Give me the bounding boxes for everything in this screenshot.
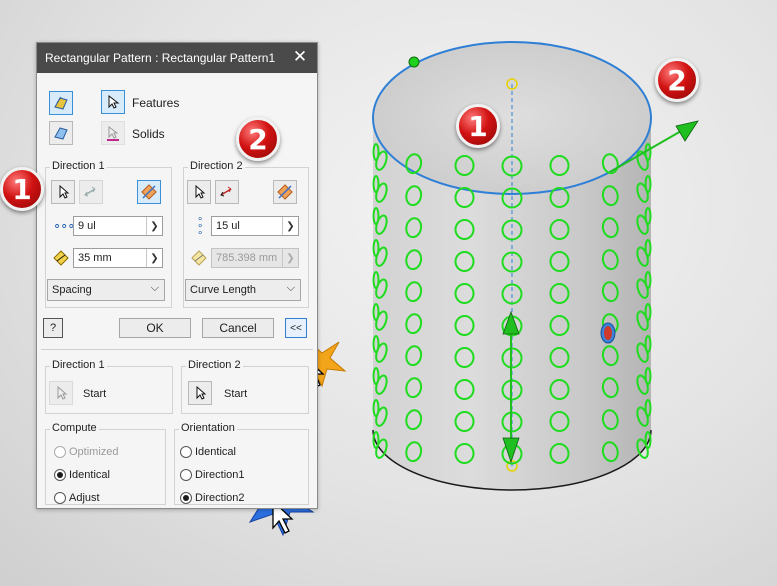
direction2-spacing-arrow-icon[interactable]: ❯ (282, 249, 298, 267)
direction1-path-select-icon[interactable] (51, 180, 75, 204)
body-pattern-mode-icon[interactable] (49, 121, 73, 145)
orientation-title: Orientation (179, 422, 237, 434)
radio-dot (54, 446, 66, 458)
callout-badge-1: 1 (456, 104, 500, 148)
radio-dot (180, 469, 192, 481)
ok-button[interactable]: OK (119, 318, 191, 338)
radio-dot (180, 446, 192, 458)
direction1-spacing-input[interactable]: 35 mm ❯ (73, 248, 163, 268)
direction2-title: Direction 2 (188, 160, 245, 172)
orientation-direction2-label: Direction2 (195, 492, 245, 504)
callout-badge-2: 2 (236, 117, 280, 161)
direction1-spacing-value: 35 mm (78, 252, 112, 264)
direction2-count-icon: ∘ ∘ ∘ (197, 214, 204, 239)
features-label: Features (132, 96, 180, 110)
direction2-method-dropdown[interactable]: Curve Length ⌵ (185, 279, 301, 301)
direction1-method-value: Spacing (52, 284, 92, 296)
radio-dot (180, 492, 192, 504)
solids-label: Solids (132, 127, 165, 141)
dialog-title: Rectangular Pattern : Rectangular Patter… (45, 51, 276, 65)
chevron-down-icon: ⌵ (150, 282, 159, 294)
callout-badge-2: 2 (655, 58, 699, 102)
feature-marker-icon[interactable] (600, 322, 616, 344)
direction1-start-select-icon[interactable] (49, 381, 73, 405)
radio-dot (54, 469, 66, 481)
direction1-midplane-icon[interactable] (137, 180, 161, 204)
dialog-titlebar[interactable]: Rectangular Pattern : Rectangular Patter… (37, 43, 317, 73)
direction1-count-icon: ∘∘∘ (53, 218, 75, 233)
compute-adjust-radio[interactable]: Adjust (54, 492, 100, 504)
direction1-count-input[interactable]: 9 ul ❯ (73, 216, 163, 236)
compute-identical-radio[interactable]: Identical (54, 469, 110, 481)
chevron-down-icon: ⌵ (286, 282, 295, 294)
orientation-direction2-radio[interactable]: Direction2 (180, 492, 245, 504)
direction1-spacing-icon (53, 250, 69, 266)
direction2-count-arrow-icon[interactable]: ❯ (282, 217, 298, 235)
orientation-identical-radio[interactable]: Identical (180, 446, 236, 458)
ok-label: OK (146, 321, 164, 335)
callout-number: 2 (248, 122, 268, 156)
help-icon: ? (49, 322, 57, 334)
feature-pattern-mode-icon[interactable] (49, 91, 73, 115)
direction2-start-title: Direction 2 (186, 359, 243, 371)
direction1-count-arrow-icon[interactable]: ❯ (146, 217, 162, 235)
direction1-method-dropdown[interactable]: Spacing ⌵ (47, 279, 165, 301)
compute-optimized-label: Optimized (69, 446, 119, 458)
close-icon[interactable]: ✕ (291, 48, 309, 66)
sketch-point-green[interactable] (408, 56, 420, 68)
compute-identical-label: Identical (69, 469, 110, 481)
callout-badge-1: 1 (0, 167, 44, 211)
callout-number: 1 (468, 109, 488, 143)
direction1-title: Direction 1 (50, 160, 107, 172)
compute-title: Compute (50, 422, 99, 434)
collapse-more-button[interactable]: << (285, 318, 307, 338)
orientation-identical-label: Identical (195, 446, 236, 458)
features-select-icon[interactable] (101, 90, 125, 114)
direction2-count-value: 15 ul (216, 220, 240, 232)
direction2-path-select-icon[interactable] (187, 180, 211, 204)
collapse-label: << (290, 322, 302, 334)
orientation-direction1-label: Direction1 (195, 469, 245, 481)
cancel-label: Cancel (219, 321, 257, 335)
direction1-flip-icon[interactable] (79, 180, 103, 204)
direction2-midplane-icon[interactable] (273, 180, 297, 204)
orientation-direction1-radio[interactable]: Direction1 (180, 469, 245, 481)
more-section-divider (41, 349, 313, 350)
direction2-start-label: Start (224, 388, 248, 400)
callout-number: 2 (667, 63, 687, 97)
direction2-spacing-value: 785.398 mm (216, 252, 278, 264)
direction2-spacing-input[interactable]: 785.398 mm ❯ (211, 248, 299, 268)
cancel-button[interactable]: Cancel (202, 318, 274, 338)
direction2-spacing-icon (191, 250, 207, 266)
solids-select-icon[interactable] (101, 121, 125, 145)
direction2-flip-icon[interactable] (215, 180, 239, 204)
direction2-method-value: Curve Length (190, 284, 257, 296)
rectangular-pattern-dialog: Rectangular Pattern : Rectangular Patter… (36, 42, 318, 509)
direction1-count-value: 9 ul (78, 220, 96, 232)
direction1-spacing-arrow-icon[interactable]: ❯ (146, 249, 162, 267)
help-button[interactable]: ? (43, 318, 63, 338)
callout-number: 1 (12, 172, 32, 206)
direction2-start-select-icon[interactable] (188, 381, 212, 405)
direction1-start-label: Start (83, 388, 107, 400)
compute-optimized-radio[interactable]: Optimized (54, 446, 119, 458)
radio-dot (54, 492, 66, 504)
compute-adjust-label: Adjust (69, 492, 100, 504)
direction2-count-input[interactable]: 15 ul ❯ (211, 216, 299, 236)
direction1-start-title: Direction 1 (50, 359, 107, 371)
